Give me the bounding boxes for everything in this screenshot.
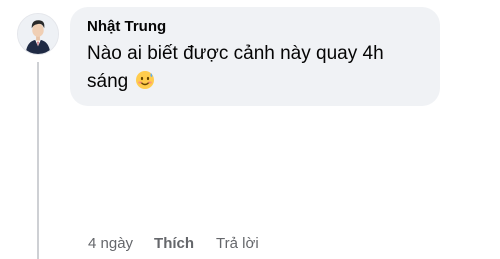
reply-button[interactable]: Trả lời [216,234,259,254]
comment-text: Nào ai biết được cảnh này quay 4h sáng [87,43,384,92]
thread-line [37,62,39,259]
sweat-smile-emoji-icon [135,70,155,90]
comment-text-block: Nào ai biết được cảnh này quay 4h sáng [87,40,422,96]
author-avatar[interactable] [17,13,59,55]
comment: Nhật Trung Nào ai biết được cảnh này qua… [0,0,500,259]
avatar-icon [18,14,58,54]
comment-bubble: Nhật Trung Nào ai biết được cảnh này qua… [70,7,440,106]
comment-actions: 4 ngày Thích Trả lời [88,234,259,254]
comment-time[interactable]: 4 ngày [88,234,133,254]
comment-author[interactable]: Nhật Trung [87,17,422,37]
like-button[interactable]: Thích [154,234,194,254]
